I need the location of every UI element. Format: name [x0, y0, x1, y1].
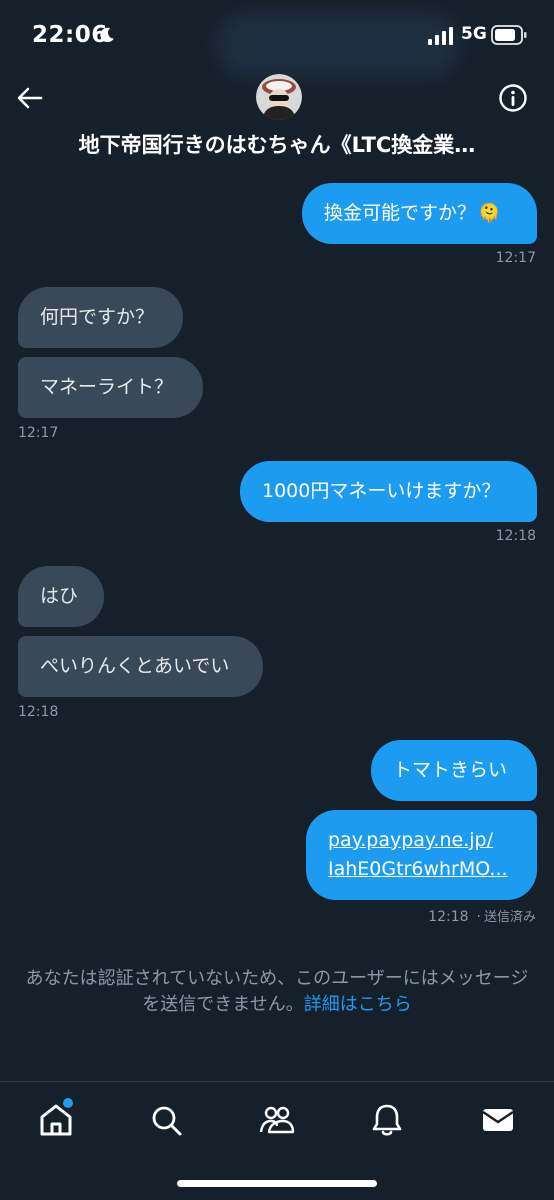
message-text: トマトきらい	[393, 759, 508, 781]
message-bubble-incoming[interactable]: ぺいりんくとあいでい	[18, 636, 263, 697]
message-timestamp: 12:18 · 送信済み	[428, 906, 536, 925]
message-timestamp: 12:18	[18, 704, 59, 720]
info-icon[interactable]	[497, 82, 529, 114]
message-bubble-outgoing[interactable]: トマトきらい	[371, 740, 537, 801]
bell-icon[interactable]	[367, 1100, 407, 1140]
mail-icon[interactable]	[478, 1100, 518, 1140]
melting-face-emoji: 🫠	[478, 203, 501, 224]
dm-conversation-screen: 22:06 5G 地下帝国行きのはむちゃん《LTC換金業… 換金可能ですか？ 🫠…	[0, 0, 554, 1200]
status-time: 22:06	[32, 22, 108, 48]
communities-icon[interactable]	[257, 1100, 297, 1140]
message-link-continuation[interactable]: IahE0Gtr6whrMO...	[328, 855, 537, 884]
blurred-notification	[218, 14, 458, 76]
status-bar: 22:06 5G	[0, 0, 554, 76]
message-timestamp: 12:17	[495, 250, 536, 266]
message-timestamp: 12:18	[495, 528, 536, 544]
delivery-status: 送信済み	[483, 910, 536, 925]
message-bubble-outgoing[interactable]: 1000円マネーいけますか？	[240, 461, 537, 522]
message-link[interactable]: pay.paypay.ne.jp/	[328, 826, 537, 855]
notification-dot	[63, 1098, 73, 1108]
moon-icon	[100, 27, 114, 43]
message-text: はひ	[40, 585, 79, 607]
message-text: マネーライト？	[40, 376, 174, 398]
signal-icon	[428, 27, 453, 45]
learn-more-link[interactable]: 詳細はこちら	[304, 994, 412, 1015]
message-bubble-incoming[interactable]: マネーライト？	[18, 357, 203, 418]
verification-notice: あなたは認証されていないため、このユーザーにはメッセージを送信できません。詳細は…	[18, 966, 536, 1018]
avatar[interactable]	[256, 74, 302, 120]
conversation-title[interactable]: 地下帝国行きのはむちゃん《LTC換金業…	[40, 129, 514, 159]
message-bubble-incoming[interactable]: 何円ですか？	[18, 287, 183, 348]
message-text: 何円ですか？	[40, 306, 155, 328]
message-text: 換金可能ですか？	[324, 202, 477, 224]
message-bubble-outgoing[interactable]: 換金可能ですか？ 🫠	[302, 183, 537, 244]
timestamp-time: 12:18	[428, 909, 469, 925]
message-bubble-outgoing-link[interactable]: pay.paypay.ne.jp/ IahE0Gtr6whrMO...	[306, 810, 537, 900]
message-bubble-incoming[interactable]: はひ	[18, 566, 104, 627]
notice-text: あなたは認証されていないため、このユーザーにはメッセージを送信できません。	[25, 968, 529, 1015]
back-arrow-icon[interactable]	[14, 82, 46, 114]
message-timestamp: 12:17	[18, 425, 59, 441]
message-text: ぺいりんくとあいでい	[40, 655, 230, 677]
network-type: 5G	[461, 24, 487, 44]
separator-dot: ·	[476, 909, 481, 925]
battery-icon	[491, 25, 527, 45]
home-indicator[interactable]	[177, 1180, 377, 1187]
message-text: 1000円マネーいけますか？	[262, 480, 501, 502]
search-icon[interactable]	[146, 1100, 186, 1140]
